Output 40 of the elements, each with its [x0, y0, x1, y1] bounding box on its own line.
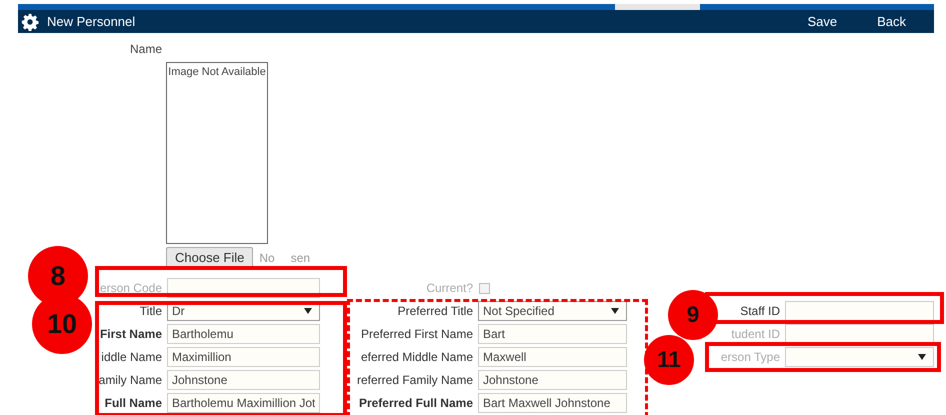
field-label: Preferred Full Name: [358, 396, 473, 410]
field-label: Staff ID: [740, 304, 780, 318]
field-label: tudent ID: [731, 327, 780, 341]
toolbar-button[interactable]: Save: [807, 14, 838, 29]
dropdown[interactable]: Not Specified: [478, 301, 627, 321]
toolbar-button[interactable]: Back: [877, 14, 906, 29]
settings-icon[interactable]: [21, 12, 39, 30]
section-label: Name: [130, 42, 162, 56]
callout-marker: 9: [668, 290, 718, 340]
input-field[interactable]: [785, 301, 934, 321]
field-label: First Name: [100, 327, 162, 341]
caret-icon: [918, 354, 926, 360]
input-field[interactable]: Bart Maxwell Johnstone: [478, 393, 627, 413]
field-label: Title: [140, 304, 162, 318]
window-title: New Personnel: [47, 14, 136, 29]
field-label: Full Name: [104, 396, 162, 410]
input-field[interactable]: Bartholemu: [167, 324, 320, 344]
input-field[interactable]: [785, 324, 934, 344]
field-label: referred Family Name: [356, 373, 473, 387]
input-field[interactable]: Bartholemu Maximillion Jot: [167, 393, 320, 413]
callout-marker: 11: [644, 335, 694, 385]
field-label: iddle Name: [101, 350, 162, 364]
input-field[interactable]: Johnstone: [478, 370, 627, 390]
image-placeholder-text: Image Not Available: [168, 65, 266, 80]
input-field[interactable]: Johnstone: [167, 370, 320, 390]
file-status-text: No: [259, 250, 275, 264]
caret-icon: [304, 308, 312, 314]
choose-file-button[interactable]: Choose File: [166, 247, 254, 268]
field-label: amily Name: [98, 373, 162, 387]
input-field[interactable]: Maxwell: [478, 347, 627, 367]
field-label: Current?: [426, 281, 473, 295]
input-field[interactable]: Maximillion: [167, 347, 320, 367]
field-label: erson Type: [720, 350, 780, 364]
field-label: Preferred First Name: [360, 327, 473, 341]
field-label: eferred Middle Name: [360, 350, 473, 364]
field-label: Preferred Title: [398, 304, 473, 318]
caret-icon: [611, 308, 619, 314]
field-label: erson Code: [100, 281, 162, 295]
input-field[interactable]: Bart: [478, 324, 627, 344]
file-status-text: sen: [290, 250, 310, 264]
